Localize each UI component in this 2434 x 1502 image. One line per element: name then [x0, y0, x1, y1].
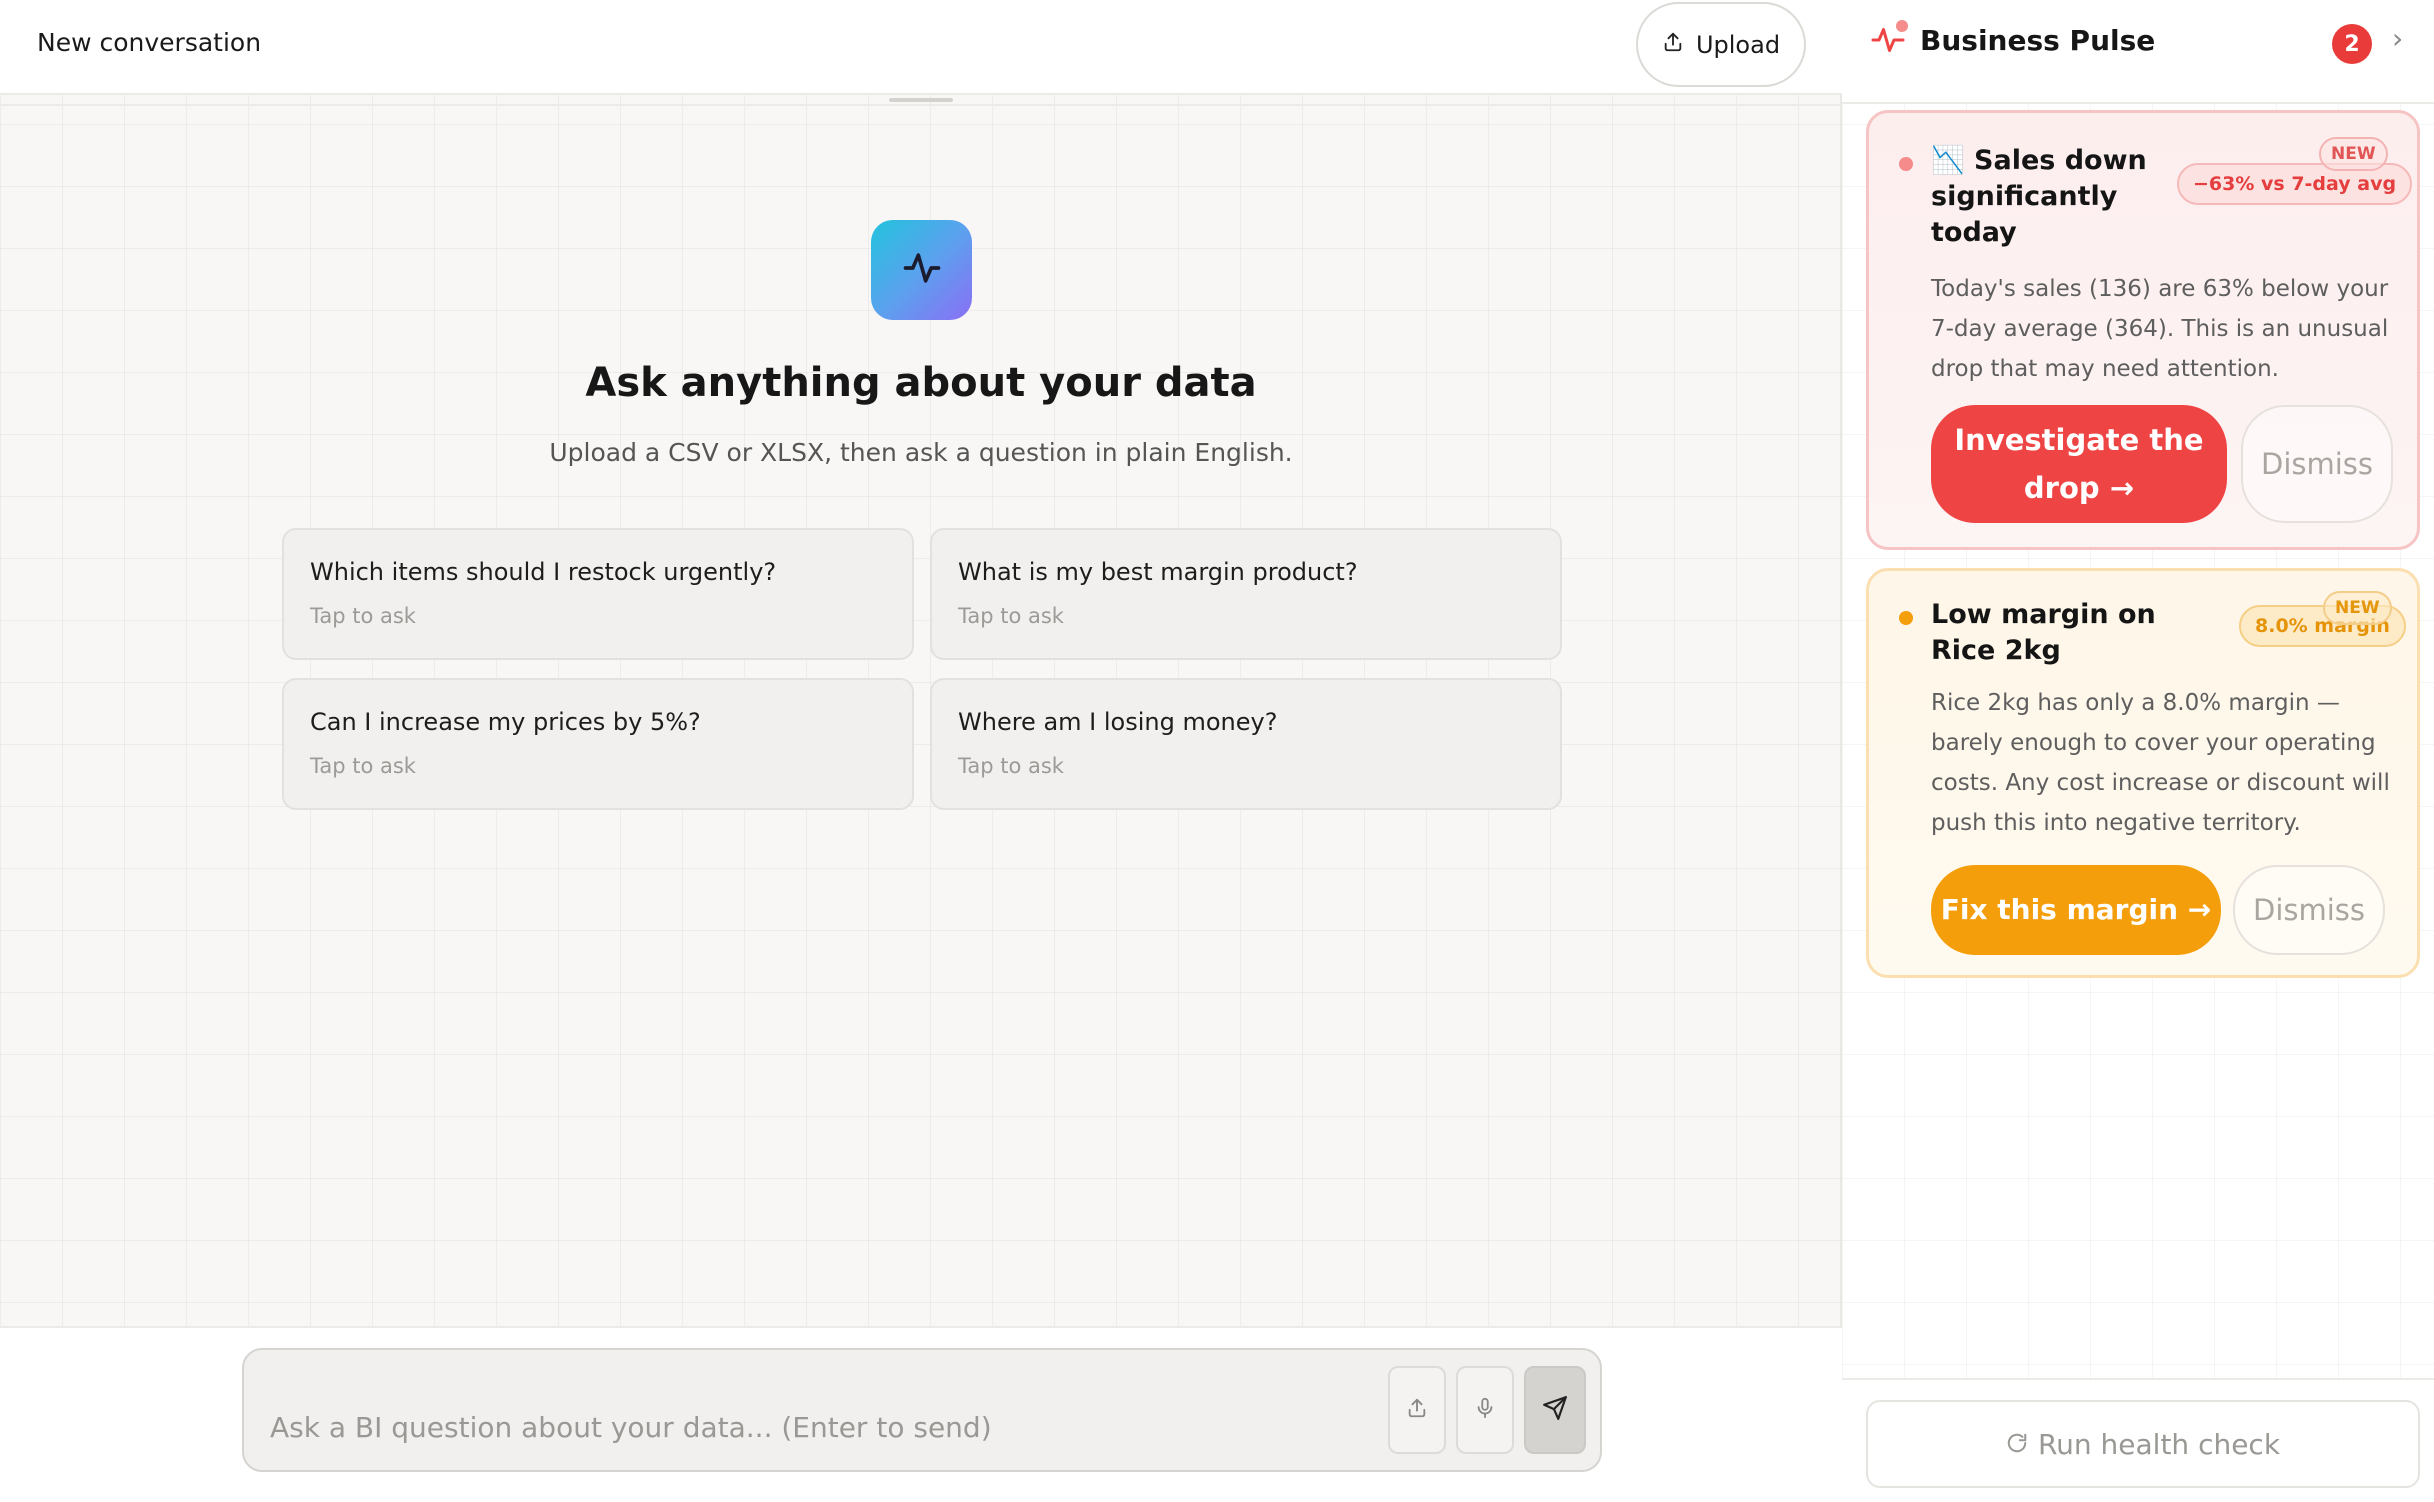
- voice-input-button[interactable]: [1456, 1366, 1514, 1454]
- conversation-title: New conversation: [37, 28, 262, 57]
- upload-button[interactable]: Upload: [1636, 2, 1806, 87]
- suggestion-hint: Tap to ask: [958, 604, 1064, 628]
- upload-icon: [1662, 31, 1684, 59]
- pulse-footer: Run health check: [1842, 1378, 2434, 1502]
- pulse-header: Business Pulse 2 ›: [1842, 0, 2434, 104]
- pulse-title: Business Pulse: [1920, 24, 2156, 57]
- new-badge: NEW: [2323, 591, 2392, 625]
- resize-handle[interactable]: [889, 98, 953, 102]
- microphone-icon: [1474, 1397, 1496, 1423]
- health-check-label: Run health check: [2037, 1427, 2281, 1461]
- run-health-check-button[interactable]: Run health check: [1866, 1400, 2420, 1488]
- suggestion-card[interactable]: Which items should I restock urgently? T…: [282, 528, 914, 660]
- send-icon: [1542, 1395, 1568, 1425]
- question-input[interactable]: [268, 1402, 1348, 1452]
- suggestion-hint: Tap to ask: [310, 754, 416, 778]
- suggestion-question: Which items should I restock urgently?: [310, 558, 777, 586]
- app-logo: [871, 220, 972, 320]
- suggestion-card[interactable]: Can I increase my prices by 5%? Tap to a…: [282, 678, 914, 810]
- empty-state-subtitle: Upload a CSV or XLSX, then ask a questio…: [549, 438, 1293, 467]
- alert-title: Low margin on Rice 2kg: [1931, 599, 2156, 666]
- suggestion-question: Can I increase my prices by 5%?: [310, 708, 701, 736]
- attach-file-button[interactable]: [1388, 1366, 1446, 1454]
- new-badge: NEW: [2319, 137, 2388, 171]
- alert-title: 📉 Sales down significantly today: [1931, 143, 2191, 251]
- alert-status-dot: [1899, 157, 1913, 171]
- suggestion-card[interactable]: What is my best margin product? Tap to a…: [930, 528, 1562, 660]
- alert-count-badge: 2: [2332, 24, 2372, 64]
- chart-decreasing-icon: 📉: [1931, 145, 1965, 176]
- alert-status-dot: [1899, 611, 1913, 625]
- divider: [0, 104, 1842, 106]
- upload-icon: [1406, 1397, 1428, 1423]
- empty-state-title: Ask anything about your data: [585, 360, 1257, 406]
- alert-card-margin: Low margin on Rice 2kg 8.0% margin NEW R…: [1866, 568, 2420, 978]
- chat-main-area: New conversation Upload Ask anything abo…: [0, 0, 1842, 1502]
- notification-dot: [1896, 20, 1908, 32]
- fix-margin-button[interactable]: Fix this margin →: [1931, 865, 2221, 955]
- investigate-drop-button[interactable]: Investigate the drop →: [1931, 405, 2227, 523]
- alert-card-sales: 📉 Sales down significantly today −63% vs…: [1866, 110, 2420, 550]
- upload-button-label: Upload: [1695, 30, 1781, 59]
- composer: [242, 1348, 1602, 1472]
- activity-icon: [900, 246, 944, 294]
- business-pulse-panel: Business Pulse 2 › 📉 Sales down signific…: [1842, 0, 2434, 1502]
- chat-header: New conversation Upload: [0, 0, 1842, 95]
- alert-description: Today's sales (136) are 63% below your 7…: [1931, 276, 2389, 382]
- alert-description: Rice 2kg has only a 8.0% margin — barely…: [1931, 690, 2390, 836]
- refresh-icon: [2006, 1428, 2028, 1461]
- suggestion-question: Where am I losing money?: [958, 708, 1278, 736]
- suggestion-hint: Tap to ask: [310, 604, 416, 628]
- suggestion-question: What is my best margin product?: [958, 558, 1358, 586]
- send-button[interactable]: [1524, 1366, 1586, 1454]
- chevron-right-icon[interactable]: ›: [2392, 22, 2403, 55]
- suggestion-hint: Tap to ask: [958, 754, 1064, 778]
- suggestion-card[interactable]: Where am I losing money? Tap to ask: [930, 678, 1562, 810]
- dismiss-button[interactable]: Dismiss: [2241, 405, 2393, 523]
- dismiss-button[interactable]: Dismiss: [2233, 865, 2385, 955]
